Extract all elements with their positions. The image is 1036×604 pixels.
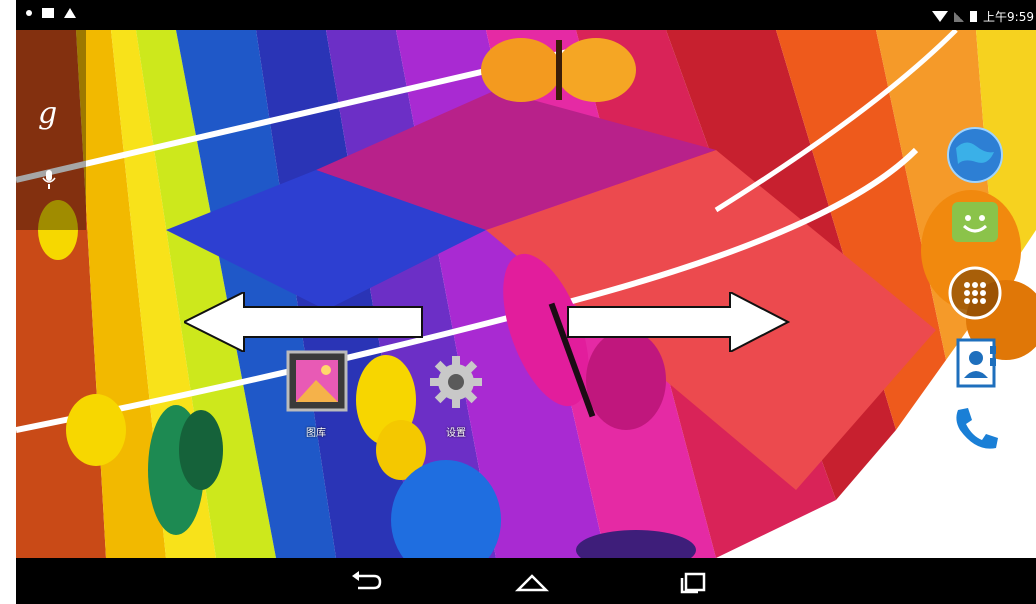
swipe-left-arrow bbox=[184, 292, 423, 352]
search-bar[interactable]: g bbox=[16, 30, 86, 230]
gear-icon bbox=[430, 356, 482, 408]
google-g-icon[interactable]: g bbox=[38, 96, 57, 131]
screenshot-icon bbox=[42, 8, 54, 18]
all-apps-icon[interactable] bbox=[946, 264, 1004, 322]
gallery-label: 图库 bbox=[306, 428, 326, 439]
browser-icon[interactable] bbox=[946, 126, 1004, 184]
recent-apps-icon[interactable] bbox=[672, 566, 712, 596]
signal-icon bbox=[954, 11, 965, 22]
navigation-bar bbox=[16, 558, 1036, 604]
store-icon[interactable] bbox=[946, 194, 1004, 252]
yellow-butterfly-bottom bbox=[66, 394, 126, 466]
home-icon[interactable] bbox=[512, 566, 552, 596]
battery-icon bbox=[970, 11, 978, 22]
android-screen: g 图库 设置 上午9:59 bbox=[16, 0, 1036, 604]
wallpaper bbox=[16, 30, 1036, 558]
status-bar: 上午9:59 bbox=[16, 0, 1036, 30]
warning-icon bbox=[64, 8, 76, 18]
gallery-icon bbox=[286, 350, 348, 412]
clock: 上午9:59 bbox=[983, 10, 1034, 24]
gallery-app[interactable]: 图库 bbox=[286, 350, 348, 439]
phone-icon[interactable] bbox=[946, 400, 1004, 458]
dot-icon bbox=[26, 10, 32, 16]
swipe-right-arrow bbox=[567, 292, 790, 352]
settings-app[interactable]: 设置 bbox=[426, 352, 486, 439]
mic-icon[interactable] bbox=[42, 170, 56, 190]
settings-label: 设置 bbox=[446, 428, 466, 439]
back-icon[interactable] bbox=[346, 566, 386, 596]
orange-butterfly bbox=[481, 38, 636, 102]
wifi-icon bbox=[932, 11, 949, 22]
contacts-icon[interactable] bbox=[946, 334, 1004, 392]
